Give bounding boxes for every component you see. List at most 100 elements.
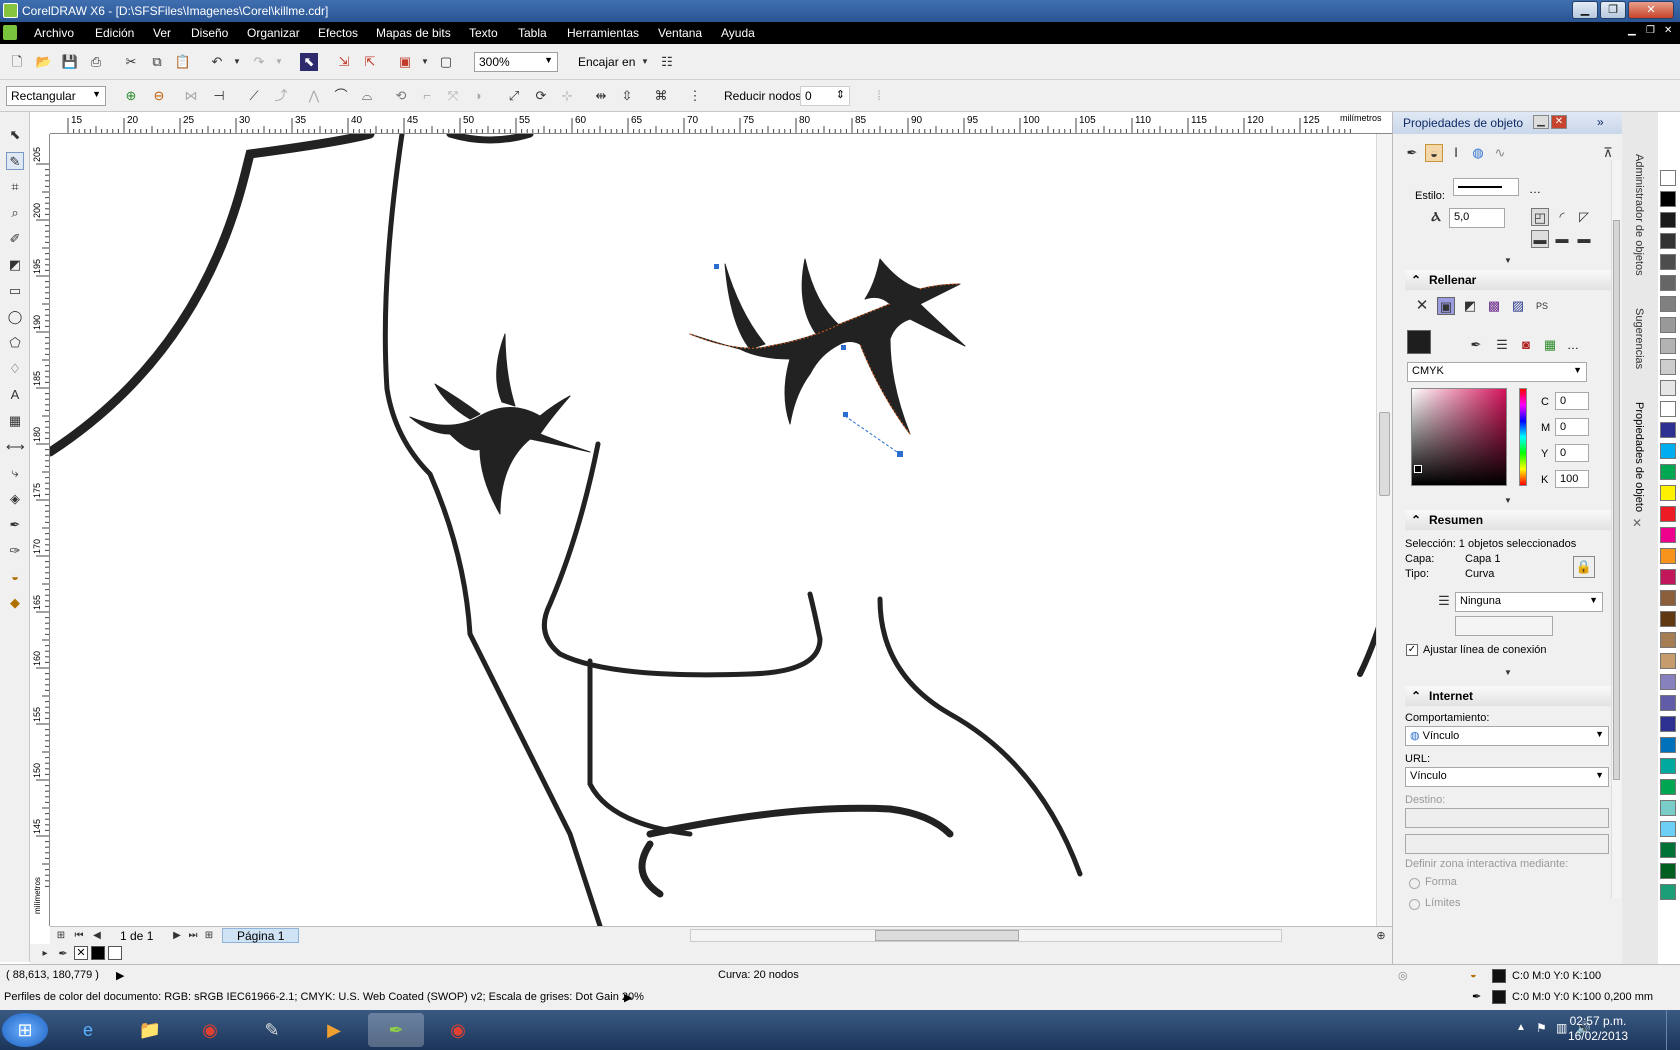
docker-minimize-icon[interactable]: ▁ xyxy=(1533,115,1549,129)
docker-scrollbar[interactable] xyxy=(1611,160,1621,898)
text-tab-icon[interactable]: Ⅰ xyxy=(1447,144,1465,162)
fill-tab-icon[interactable]: ◒ xyxy=(1425,144,1443,162)
vertical-scroll-thumb[interactable] xyxy=(1379,412,1390,496)
menu-edicion[interactable]: Edición xyxy=(95,26,134,40)
menu-archivo[interactable]: Archivo xyxy=(34,26,74,40)
collapse-section-icon[interactable]: ⌃ xyxy=(1411,689,1421,703)
uniform-fill-icon[interactable]: ▣ xyxy=(1437,297,1455,315)
full-screen-icon[interactable]: ▢ xyxy=(437,53,455,71)
zoom-tool-icon[interactable]: ⌕ xyxy=(6,204,24,222)
publish-pdf-icon[interactable]: ▣ xyxy=(396,53,414,71)
chrome-icon[interactable]: ◉ xyxy=(182,1013,238,1047)
horizontal-scrollbar[interactable] xyxy=(690,929,1282,942)
fill-status-swatch[interactable] xyxy=(1492,969,1506,983)
zoom-level-select[interactable]: 300% ▼ xyxy=(474,52,558,72)
elastic-mode-icon[interactable]: ⌘ xyxy=(652,87,670,105)
menu-texto[interactable]: Texto xyxy=(469,26,498,40)
fill-tool-icon[interactable]: ◒ xyxy=(6,568,24,586)
black-input[interactable]: 100 xyxy=(1555,470,1589,488)
fill-status-icon[interactable]: ◒ xyxy=(1470,969,1477,981)
publish-dropdown-icon[interactable]: ▼ xyxy=(416,53,434,71)
mirror-horizontal-icon[interactable]: ⇹ xyxy=(592,87,610,105)
color-sliders-icon[interactable]: ☰ xyxy=(1493,336,1511,354)
blend-tool-icon[interactable]: ◈ xyxy=(6,490,24,508)
smart-fill-tool-icon[interactable]: ◩ xyxy=(6,256,24,274)
cut-icon[interactable]: ✂ xyxy=(122,53,140,71)
limites-radio[interactable] xyxy=(1409,899,1420,910)
collapse-section-icon[interactable]: ⌃ xyxy=(1411,273,1421,287)
page-tab[interactable]: Página 1 xyxy=(222,928,300,943)
menu-ventana[interactable]: Ventana xyxy=(658,26,702,40)
fountain-fill-icon[interactable]: ◩ xyxy=(1461,297,1479,315)
pattern-fill-icon[interactable]: ▩ xyxy=(1485,297,1503,315)
add-page-after-icon[interactable]: ⊞ xyxy=(200,927,218,945)
paint-icon[interactable]: ✎ xyxy=(244,1013,300,1047)
doc-restore-icon[interactable]: ❐ xyxy=(1646,25,1655,36)
rectangle-tool-icon[interactable]: ▭ xyxy=(6,282,24,300)
interactive-fill-tool-icon[interactable]: ◆ xyxy=(6,594,24,612)
doc-close-icon[interactable]: ✕ xyxy=(1664,25,1672,36)
palette-swatch[interactable] xyxy=(1660,611,1676,627)
expand-fill-icon[interactable]: ▼ xyxy=(1499,492,1517,510)
profile-play-icon[interactable]: ▶ xyxy=(624,991,632,1004)
color-profile-info[interactable]: Perfiles de color del documento: RGB: sR… xyxy=(4,991,644,1003)
palette-swatch[interactable] xyxy=(1660,779,1676,795)
basic-shapes-tool-icon[interactable]: ♢ xyxy=(6,360,24,378)
expand-summary-icon[interactable]: ▼ xyxy=(1499,664,1517,682)
snap-to-button[interactable]: Encajar en xyxy=(578,55,635,69)
snapshot-icon[interactable]: ◎ xyxy=(1398,969,1408,982)
status-play-icon[interactable]: ▶ xyxy=(116,969,124,982)
tab-hints[interactable]: Sugerencias xyxy=(1633,308,1645,369)
first-page-icon[interactable]: ⏮ xyxy=(70,927,88,945)
mirror-vertical-icon[interactable]: ⇳ xyxy=(618,87,636,105)
connector-checkbox[interactable]: ✓ xyxy=(1406,644,1418,656)
palette-swatch[interactable] xyxy=(1660,863,1676,879)
palette-swatch[interactable] xyxy=(1660,359,1676,375)
save-icon[interactable]: 💾 xyxy=(61,53,79,71)
no-fill-icon[interactable]: ✕ xyxy=(1413,297,1431,315)
outline-tab-icon[interactable]: ✒ xyxy=(1403,144,1421,162)
export-icon[interactable]: ⇱ xyxy=(361,53,379,71)
close-curve-icon[interactable]: ◗ xyxy=(470,87,488,105)
no-color-swatch[interactable]: ✕ xyxy=(74,946,88,960)
to-curve-icon[interactable]: ⤴ xyxy=(272,87,290,105)
palette-swatch[interactable] xyxy=(1660,212,1676,228)
pick-tool-icon[interactable]: ⬉ xyxy=(6,126,24,144)
destination-select[interactable] xyxy=(1405,808,1609,828)
snap-dropdown-icon[interactable]: ▼ xyxy=(636,53,654,71)
color-viewer-icon[interactable]: ◙ xyxy=(1517,336,1535,354)
stretch-nodes-icon[interactable]: ⤢ xyxy=(505,87,523,105)
crop-tool-icon[interactable]: ⌗ xyxy=(6,178,24,196)
corner-bevel-icon[interactable]: ◸ xyxy=(1575,208,1593,226)
palette-play-icon[interactable]: ▸ xyxy=(36,945,54,963)
freehand-tool-icon[interactable]: ✐ xyxy=(6,230,24,248)
menu-ver[interactable]: Ver xyxy=(153,26,171,40)
color-palette-icon[interactable]: ▦ xyxy=(1541,336,1559,354)
prev-page-icon[interactable]: ◀ xyxy=(88,927,106,945)
menu-ayuda[interactable]: Ayuda xyxy=(721,26,755,40)
delete-node-icon[interactable]: ⊖ xyxy=(150,87,168,105)
internet-tab-icon[interactable]: ◍ xyxy=(1469,144,1487,162)
horizontal-scroll-thumb[interactable] xyxy=(875,930,1019,941)
forma-radio[interactable] xyxy=(1409,878,1420,889)
palette-swatch[interactable] xyxy=(1660,548,1676,564)
color-model-select[interactable]: CMYK ▼ xyxy=(1407,362,1587,382)
system-clock[interactable]: 02:57 p.m. 16/02/2013 xyxy=(1568,1014,1628,1044)
break-curve-icon[interactable]: ⊣ xyxy=(210,87,228,105)
palette-swatch[interactable] xyxy=(1660,695,1676,711)
palette-swatch[interactable] xyxy=(1660,191,1676,207)
palette-swatch[interactable] xyxy=(1660,653,1676,669)
outline-status-icon[interactable]: ✒ xyxy=(1472,990,1481,1003)
file-explorer-icon[interactable]: 📁 xyxy=(122,1013,178,1047)
import-icon[interactable]: ⇲ xyxy=(335,53,353,71)
corner-miter-icon[interactable]: ◰ xyxy=(1531,208,1549,226)
summary-section-header[interactable]: ⌃ Resumen xyxy=(1405,510,1617,530)
docker-scroll-thumb[interactable] xyxy=(1613,220,1620,780)
undo-dropdown-icon[interactable]: ▼ xyxy=(228,53,246,71)
more-style-icon[interactable]: … xyxy=(1529,182,1541,196)
polygon-tool-icon[interactable]: ⬠ xyxy=(6,334,24,352)
palette-swatch[interactable] xyxy=(1660,338,1676,354)
eyedropper-tool-icon[interactable]: ✒ xyxy=(6,516,24,534)
text-tool-icon[interactable]: A xyxy=(6,386,24,404)
join-nodes-icon[interactable]: ⋈ xyxy=(182,87,200,105)
